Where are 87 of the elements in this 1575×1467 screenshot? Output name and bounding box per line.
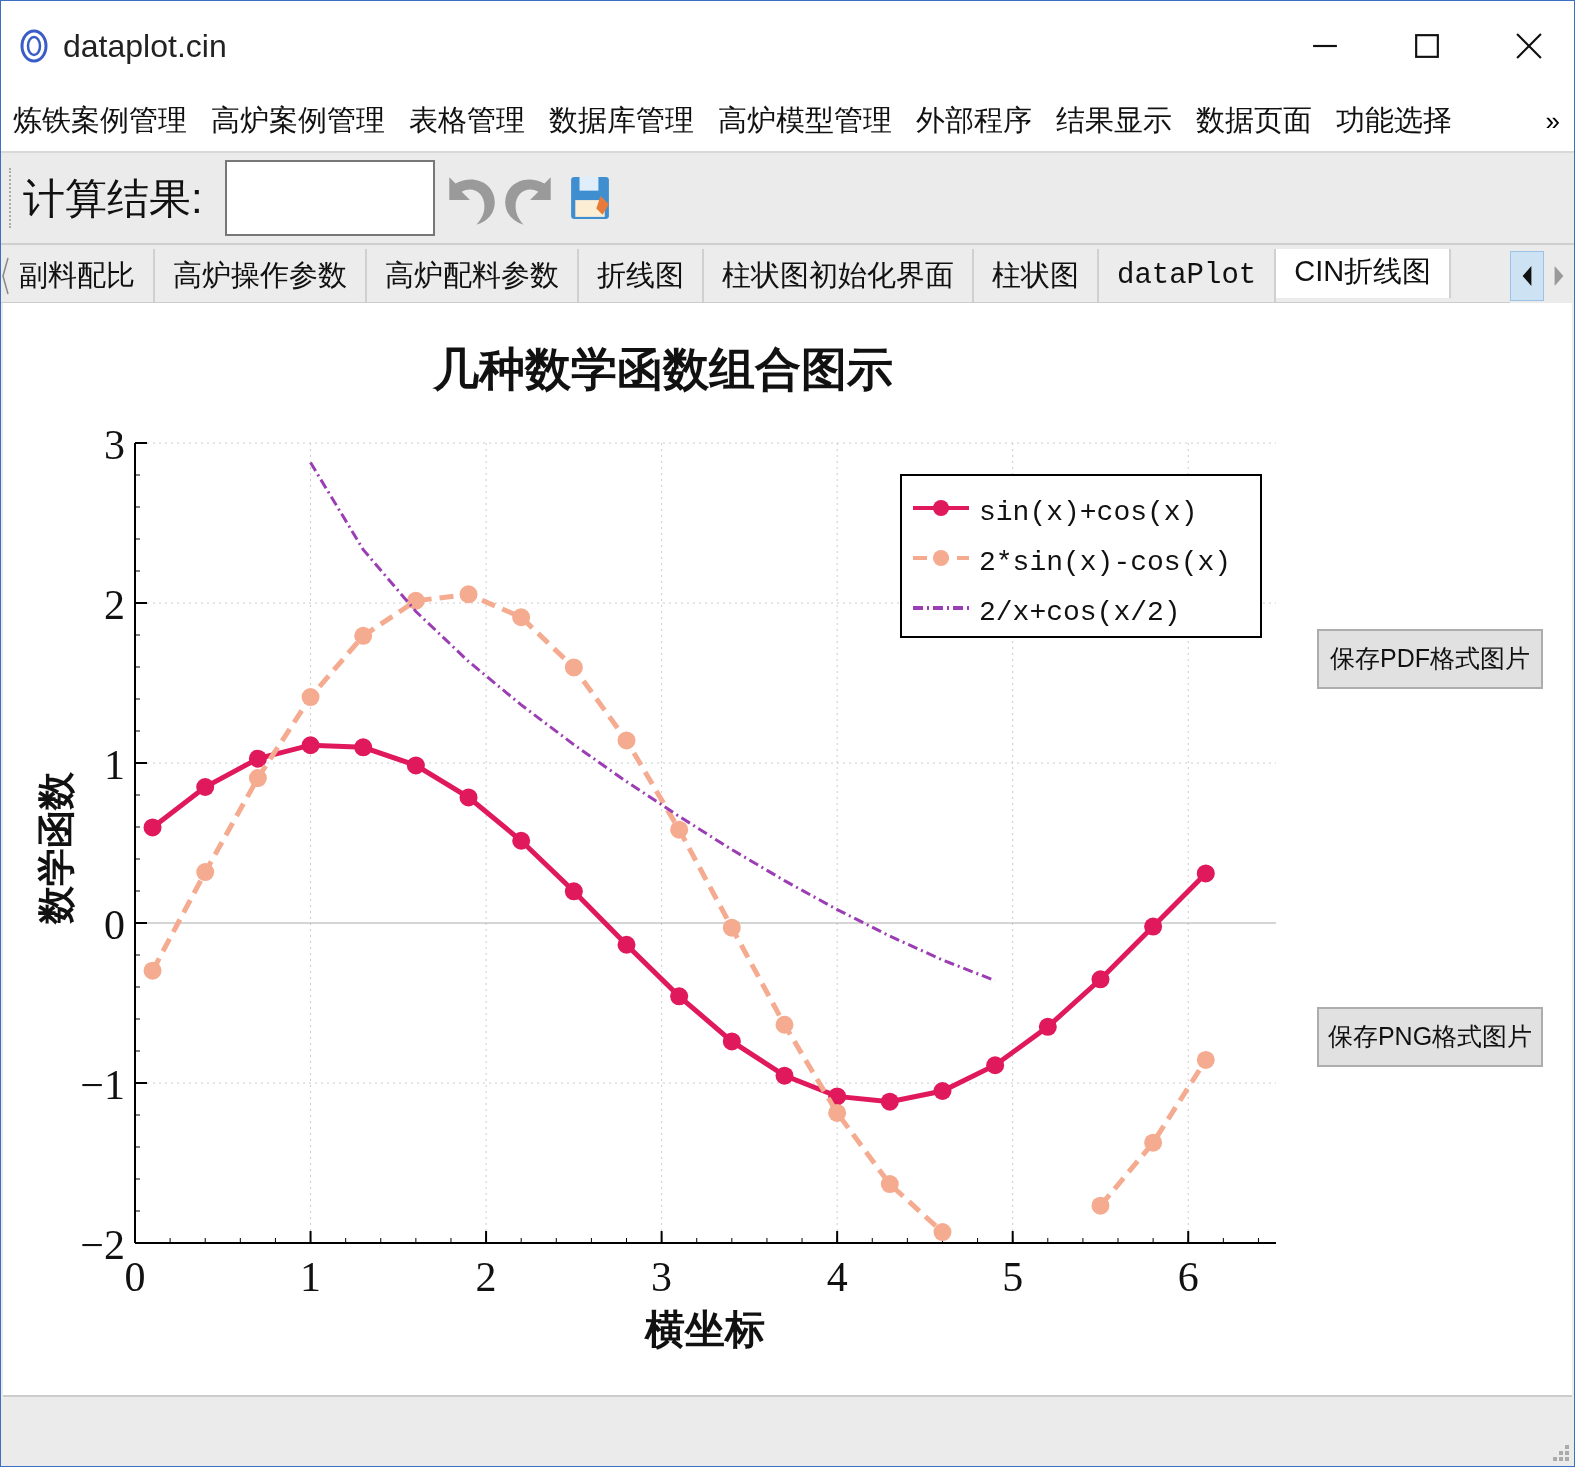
data-point [828, 1103, 847, 1122]
tab[interactable]: CIN折线图 [1276, 249, 1452, 298]
legend-label: 2/x+cos(x/2) [979, 597, 1181, 628]
menu-item[interactable]: 数据库管理 [549, 99, 694, 143]
data-point [143, 961, 162, 980]
data-point [1038, 1017, 1057, 1036]
data-point [617, 935, 636, 954]
resize-grip-icon[interactable] [1550, 1442, 1570, 1462]
y-tick-label: −1 [80, 1062, 125, 1108]
menu-item[interactable]: 表格管理 [409, 99, 525, 143]
right-arrow-icon [1553, 265, 1565, 287]
result-label: 计算结果: [23, 173, 203, 224]
legend-swatch [913, 606, 969, 610]
y-tick-label: 2 [104, 582, 125, 628]
data-point [143, 818, 162, 837]
data-point [1144, 917, 1163, 936]
tab-scroll-left[interactable] [1510, 251, 1544, 301]
data-point [512, 831, 531, 850]
data-point [880, 1175, 899, 1194]
data-point [775, 1066, 794, 1085]
data-point [933, 1082, 952, 1100]
data-point [354, 738, 373, 757]
data-point [775, 1015, 794, 1034]
legend-swatch [913, 550, 969, 566]
menu-item[interactable]: 炼铁案例管理 [13, 99, 187, 143]
data-point [196, 778, 215, 796]
data-point [1091, 1196, 1110, 1215]
menu-item[interactable]: 数据页面 [1196, 99, 1312, 143]
menu-item[interactable]: 高炉案例管理 [211, 99, 385, 143]
data-point [248, 749, 267, 768]
y-tick-label: 3 [104, 422, 125, 468]
x-tick-label: 0 [124, 1254, 146, 1300]
data-point [986, 1056, 1005, 1075]
menu-item[interactable]: 外部程序 [916, 99, 1032, 143]
x-tick-label: 1 [300, 1254, 322, 1300]
data-point [1091, 970, 1110, 989]
x-tick-label: 2 [475, 1254, 497, 1300]
save-pdf-button[interactable]: 保存PDF格式图片 [1317, 629, 1543, 689]
x-tick-label: 6 [1177, 1254, 1199, 1300]
left-arrow-icon [1521, 265, 1533, 287]
menu-item[interactable]: 功能选择 [1336, 99, 1452, 143]
data-point [406, 756, 425, 775]
data-point [512, 608, 531, 627]
x-tick-label: 3 [651, 1254, 673, 1300]
data-point [301, 736, 320, 755]
data-point [722, 918, 741, 937]
x-tick-label: 4 [826, 1254, 848, 1300]
data-point [564, 882, 583, 901]
data-point [880, 1092, 899, 1111]
data-point [301, 688, 320, 707]
legend-label: sin(x)+cos(x) [979, 497, 1198, 528]
data-point [196, 863, 215, 882]
menu-item[interactable]: 结果显示 [1056, 99, 1172, 143]
y-tick-label: 0 [104, 902, 125, 948]
data-point [564, 658, 583, 677]
x-tick-label: 5 [1002, 1254, 1024, 1300]
y-axis-label: 数学函数 [35, 772, 77, 924]
data-point [1196, 1050, 1215, 1069]
data-point [670, 820, 689, 839]
close-icon[interactable] [1516, 33, 1542, 59]
x-axis-label: 横坐标 [645, 1307, 765, 1352]
y-tick-label: 1 [104, 742, 125, 788]
data-point [354, 626, 373, 645]
data-point [617, 731, 636, 750]
save-png-button[interactable]: 保存PNG格式图片 [1317, 1007, 1543, 1067]
maximize-icon[interactable] [1414, 33, 1440, 59]
data-point [459, 788, 478, 807]
tab-edge-icon [1, 255, 9, 296]
data-point [1144, 1133, 1163, 1152]
chart-title: 几种数学函数组合图示 [433, 344, 893, 395]
result-field[interactable] [224, 160, 435, 236]
window-title: dataplot.cin [63, 27, 227, 66]
data-point [1196, 864, 1215, 883]
data-point [459, 585, 478, 604]
data-point [722, 1032, 741, 1051]
menu-overflow[interactable]: » [1545, 101, 1560, 141]
data-point [406, 591, 425, 610]
legend-swatch [913, 500, 969, 516]
app-logo-icon [19, 29, 49, 63]
data-point [933, 1223, 952, 1242]
y-tick-label: −2 [80, 1222, 125, 1268]
data-point [670, 987, 689, 1006]
menu-item[interactable]: 高炉模型管理 [718, 99, 892, 143]
data-point [828, 1087, 847, 1106]
data-point [248, 769, 267, 788]
toolbar-grip[interactable] [9, 168, 13, 228]
legend-label: 2*sin(x)-cos(x) [979, 547, 1232, 578]
